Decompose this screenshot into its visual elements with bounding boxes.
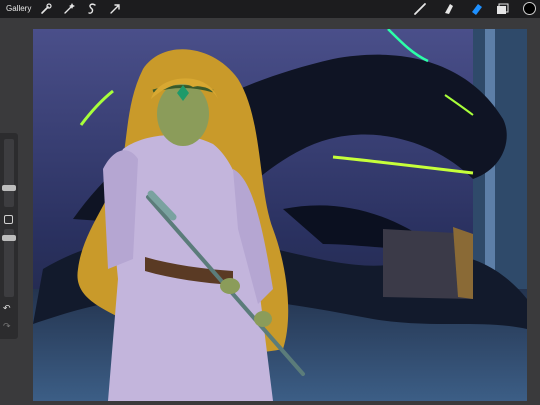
top-toolbar: Gallery <box>0 0 540 18</box>
adjustments-wand-icon[interactable] <box>61 1 77 17</box>
eraser-icon[interactable] <box>468 1 484 17</box>
brush-icon[interactable] <box>412 1 428 17</box>
color-swatch[interactable] <box>523 2 536 15</box>
undo-button[interactable]: ↶ <box>3 303 11 314</box>
brush-size-thumb[interactable] <box>2 185 16 191</box>
gallery-button[interactable]: Gallery <box>6 4 31 13</box>
selection-s-icon[interactable] <box>84 1 100 17</box>
sleeve-left <box>103 150 138 269</box>
opacity-thumb[interactable] <box>2 235 16 241</box>
transform-arrow-icon[interactable] <box>107 1 123 17</box>
smudge-icon[interactable] <box>440 1 456 17</box>
brush-size-slider[interactable] <box>4 139 14 207</box>
modify-button[interactable] <box>4 215 13 224</box>
actions-wrench-icon[interactable] <box>38 1 54 17</box>
artwork <box>33 29 527 401</box>
redo-button[interactable]: ↷ <box>3 321 11 332</box>
drawing-canvas[interactable] <box>33 29 527 401</box>
layers-icon[interactable] <box>494 1 510 17</box>
hand-left <box>254 311 272 327</box>
hand-right <box>220 278 240 294</box>
left-sidebar: ↶ ↷ <box>0 133 18 339</box>
